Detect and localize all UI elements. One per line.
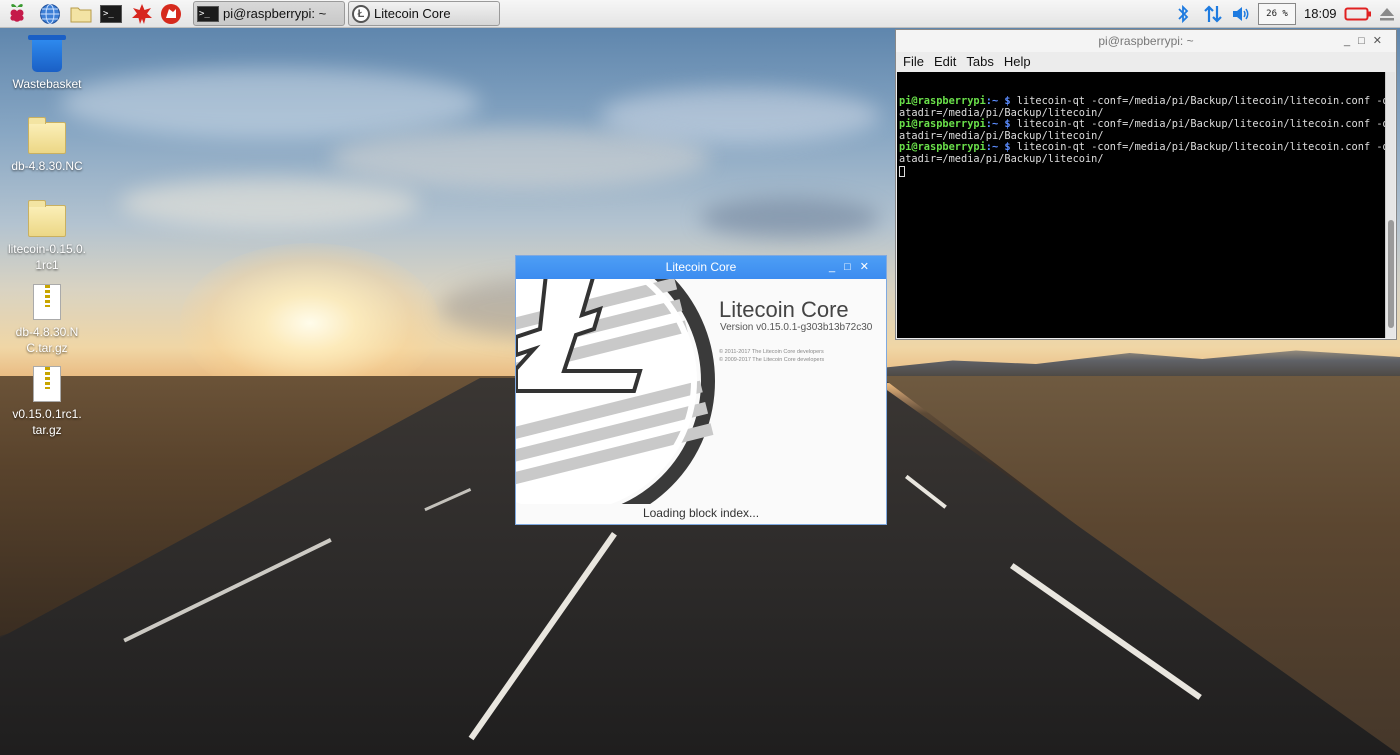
menu-file[interactable]: File	[903, 52, 924, 71]
menu-help[interactable]: Help	[1004, 52, 1031, 71]
prompt-path: :~ $	[985, 141, 1017, 154]
task-litecoin-label: Litecoin Core	[374, 6, 451, 21]
app-name: Litecoin Core	[719, 297, 849, 322]
eject-icon[interactable]	[1376, 3, 1398, 25]
desktop-icon-db-folder[interactable]: db-4.8.30.NC	[7, 117, 87, 174]
network-arrows-icon[interactable]	[1202, 3, 1224, 25]
terminal-icon[interactable]: >_	[100, 3, 122, 25]
litecoin-icon: Ł	[352, 4, 370, 23]
minimize-icon[interactable]: _	[1344, 35, 1358, 47]
copyright-line: © 2009-2017 The Litecoin Core developers	[719, 357, 825, 363]
terminal-icon: >_	[197, 5, 219, 22]
splash-title: Litecoin Core	[665, 260, 737, 274]
minimize-icon[interactable]: _	[829, 261, 844, 273]
desktop-icon-label: litecoin-0.15.0.1rc1	[7, 242, 87, 272]
archive-icon	[33, 284, 61, 320]
volume-icon[interactable]	[1230, 3, 1252, 25]
copyright-line: © 2011-2017 The Litecoin Core developers	[719, 349, 824, 355]
desktop-icon-label: Wastebasket	[12, 77, 82, 91]
task-terminal[interactable]: >_ pi@raspberrypi: ~	[193, 1, 345, 26]
command-wrap: atadir=/media/pi/Backup/litecoin/	[899, 129, 1104, 142]
desktop-icon-litecoin-folder[interactable]: litecoin-0.15.0.1rc1	[7, 200, 87, 273]
battery-icon[interactable]	[1344, 3, 1372, 25]
clock[interactable]: 18:09	[1304, 6, 1337, 21]
prompt-user: pi@raspberrypi	[899, 141, 986, 154]
desktop-icon-label: db-4.8.30.NC	[11, 159, 83, 173]
mathematica-icon[interactable]	[131, 3, 153, 25]
menu-edit[interactable]: Edit	[934, 52, 956, 71]
desktop-icon-label: v0.15.0.1rc1.tar.gz	[12, 407, 82, 437]
menu-tabs[interactable]: Tabs	[966, 52, 993, 71]
terminal-menubar: File Edit Tabs Help	[896, 52, 1396, 71]
prompt-path: :~ $	[985, 95, 1017, 107]
folder-icon[interactable]	[70, 3, 92, 25]
prompt-user: pi@raspberrypi	[899, 95, 986, 107]
desktop-icon-db-archive[interactable]: db-4.8.30.NC.tar.gz	[7, 284, 87, 356]
command-line: litecoin-qt -conf=/media/pi/Backup/litec…	[1016, 95, 1385, 107]
litecoin-logo-icon	[516, 279, 715, 504]
litecoin-splash-window[interactable]: Litecoin Core _□✕ Litecoin Core Version …	[515, 255, 887, 525]
close-icon[interactable]: ✕	[1373, 35, 1390, 47]
taskbar: >_ >_ pi@raspberrypi: ~ Ł Litecoin Core …	[0, 0, 1400, 28]
folder-icon	[28, 200, 66, 237]
terminal-window[interactable]: pi@raspberrypi: ~ _□✕ File Edit Tabs Hel…	[895, 29, 1397, 340]
prompt-user: pi@raspberrypi	[899, 118, 986, 131]
prompt-path: :~ $	[985, 118, 1017, 131]
desktop-icon-litecoin-archive[interactable]: v0.15.0.1rc1.tar.gz	[7, 366, 87, 438]
raspberry-icon[interactable]	[6, 3, 28, 25]
terminal-screen[interactable]: pi@raspberrypi:~ $ litecoin-qt -conf=/me…	[897, 72, 1385, 338]
loading-status: Loading block index...	[642, 506, 760, 520]
cpu-monitor[interactable]: 26 %	[1258, 3, 1296, 25]
folder-icon	[28, 117, 66, 154]
text-cursor	[899, 165, 905, 177]
close-icon[interactable]: ✕	[860, 261, 878, 273]
scrollbar-thumb[interactable]	[1388, 220, 1394, 328]
bluetooth-icon[interactable]	[1172, 3, 1194, 25]
terminal-titlebar[interactable]: pi@raspberrypi: ~ _□✕	[896, 30, 1396, 52]
command-wrap: atadir=/media/pi/Backup/litecoin/	[899, 106, 1104, 119]
desktop-icon-wastebasket[interactable]: Wastebasket	[7, 35, 87, 92]
desktop-icon-label: db-4.8.30.NC.tar.gz	[15, 325, 79, 355]
maximize-icon[interactable]: □	[844, 261, 860, 273]
terminal-scrollbar[interactable]	[1385, 72, 1395, 338]
maximize-icon[interactable]: □	[1358, 35, 1373, 47]
archive-icon	[33, 366, 61, 402]
task-litecoin[interactable]: Ł Litecoin Core	[348, 1, 500, 26]
command-wrap: atadir=/media/pi/Backup/litecoin/	[899, 152, 1104, 165]
task-terminal-label: pi@raspberrypi: ~	[223, 6, 327, 21]
splash-titlebar[interactable]: Litecoin Core _□✕	[516, 256, 886, 279]
command-line: litecoin-qt -conf=/media/pi/Backup/litec…	[1016, 118, 1385, 131]
trash-icon	[28, 35, 66, 72]
command-line: litecoin-qt -conf=/media/pi/Backup/litec…	[1016, 141, 1385, 154]
globe-icon[interactable]	[39, 3, 61, 25]
terminal-title: pi@raspberrypi: ~	[1098, 34, 1194, 48]
wolfram-icon[interactable]	[160, 3, 182, 25]
version-label: Version v0.15.0.1-g303b13b72c30	[720, 322, 873, 333]
